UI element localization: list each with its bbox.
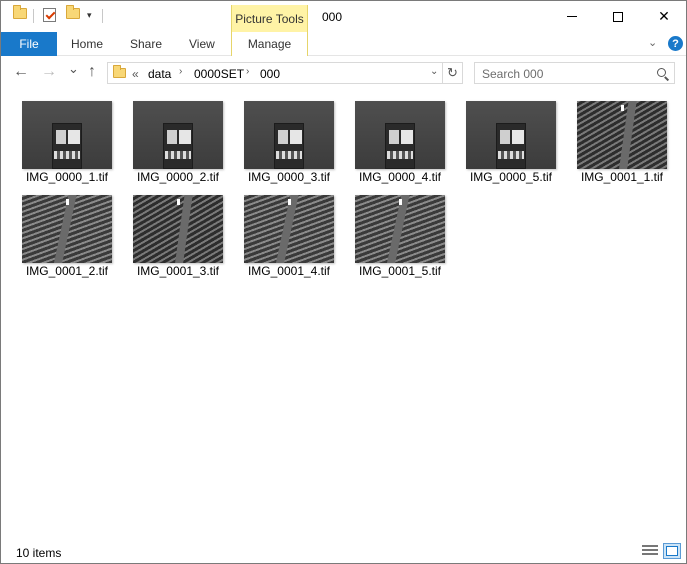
- file-name: IMG_0000_5.tif: [469, 170, 553, 184]
- quick-access-divider: [33, 9, 34, 23]
- address-bar[interactable]: « data › 0000SET › 000 ⌄: [107, 62, 443, 84]
- file-thumbnail: [22, 195, 112, 263]
- properties-icon[interactable]: [43, 8, 56, 22]
- up-button[interactable]: ↑: [88, 64, 96, 80]
- file-item[interactable]: IMG_0000_5.tif: [458, 91, 564, 184]
- expand-ribbon-icon[interactable]: ⌄: [648, 36, 657, 49]
- file-thumbnail: [355, 195, 445, 263]
- customize-toolbar-icon[interactable]: ▾: [87, 10, 92, 21]
- file-item[interactable]: IMG_0000_3.tif: [236, 91, 342, 184]
- navigation-bar: ← → ⌄ ↑ « data › 0000SET › 000 ⌄ ↻ Searc…: [1, 57, 686, 89]
- refresh-button[interactable]: ↻: [443, 62, 463, 84]
- chevron-down-icon[interactable]: ⌄: [430, 66, 438, 77]
- file-item[interactable]: IMG_0001_4.tif: [236, 185, 342, 278]
- file-thumbnail: [355, 101, 445, 169]
- file-list: IMG_0000_1.tif IMG_0000_2.tif IMG_0000_3…: [1, 89, 686, 537]
- file-item[interactable]: IMG_0000_4.tif: [347, 91, 453, 184]
- tab-view[interactable]: View: [189, 37, 215, 51]
- back-button[interactable]: ←: [13, 64, 29, 80]
- chevron-right-icon[interactable]: ›: [179, 66, 182, 77]
- file-item[interactable]: IMG_0001_3.tif: [125, 185, 231, 278]
- search-input[interactable]: Search 000: [474, 62, 675, 84]
- folder-icon[interactable]: [13, 5, 27, 19]
- file-thumbnail: [244, 195, 334, 263]
- file-thumbnail: [244, 101, 334, 169]
- breadcrumb-overflow[interactable]: «: [132, 67, 139, 81]
- tab-share[interactable]: Share: [130, 37, 162, 51]
- maximize-button[interactable]: [595, 1, 641, 32]
- file-item[interactable]: IMG_0001_2.tif: [14, 185, 120, 278]
- breadcrumb-0000set[interactable]: 0000SET: [194, 67, 244, 81]
- item-count: 10 items: [16, 546, 62, 560]
- minimize-icon: [567, 16, 577, 17]
- file-name: IMG_0001_4.tif: [247, 264, 331, 278]
- file-item[interactable]: IMG_0001_5.tif: [347, 185, 453, 278]
- file-name: IMG_0000_1.tif: [25, 170, 109, 184]
- status-bar: 10 items: [1, 539, 686, 563]
- forward-button[interactable]: →: [41, 64, 57, 80]
- tab-manage[interactable]: Manage: [231, 32, 308, 56]
- breadcrumb-000[interactable]: 000: [260, 67, 280, 81]
- file-name: IMG_0001_1.tif: [580, 170, 664, 184]
- search-icon: [657, 68, 666, 77]
- search-placeholder: Search 000: [482, 67, 544, 81]
- tab-file[interactable]: File: [1, 32, 57, 56]
- explorer-window: ▾ Picture Tools 000 ✕ File Home Share Vi…: [0, 0, 687, 564]
- close-button[interactable]: ✕: [641, 1, 687, 32]
- maximize-icon: [613, 11, 623, 22]
- new-folder-icon[interactable]: [66, 5, 80, 19]
- help-icon[interactable]: ?: [668, 36, 683, 51]
- window-title: 000: [322, 10, 343, 24]
- folder-icon: [113, 65, 126, 78]
- recent-locations-button[interactable]: ⌄: [68, 61, 79, 77]
- file-thumbnail: [22, 101, 112, 169]
- file-item[interactable]: IMG_0000_1.tif: [14, 91, 120, 184]
- file-name: IMG_0001_5.tif: [358, 264, 442, 278]
- breadcrumb-data[interactable]: data: [148, 67, 171, 81]
- large-icons-view-icon[interactable]: [663, 543, 681, 559]
- file-name: IMG_0001_3.tif: [136, 264, 220, 278]
- chevron-right-icon[interactable]: ›: [246, 66, 249, 77]
- tab-home[interactable]: Home: [71, 37, 103, 51]
- file-thumbnail: [577, 101, 667, 169]
- ribbon-tabs: File Home Share View Manage ⌄ ?: [1, 32, 686, 56]
- file-item[interactable]: IMG_0001_1.tif: [569, 91, 675, 184]
- file-name: IMG_0000_2.tif: [136, 170, 220, 184]
- file-name: IMG_0000_4.tif: [358, 170, 442, 184]
- details-view-icon[interactable]: [642, 545, 658, 557]
- file-name: IMG_0001_2.tif: [25, 264, 109, 278]
- file-item[interactable]: IMG_0000_2.tif: [125, 91, 231, 184]
- file-thumbnail: [466, 101, 556, 169]
- file-thumbnail: [133, 195, 223, 263]
- minimize-button[interactable]: [549, 1, 595, 32]
- quick-access-divider: [102, 9, 103, 23]
- file-thumbnail: [133, 101, 223, 169]
- picture-tools-label: Picture Tools: [231, 5, 308, 32]
- title-bar: ▾ Picture Tools 000 ✕: [1, 1, 686, 32]
- file-name: IMG_0000_3.tif: [247, 170, 331, 184]
